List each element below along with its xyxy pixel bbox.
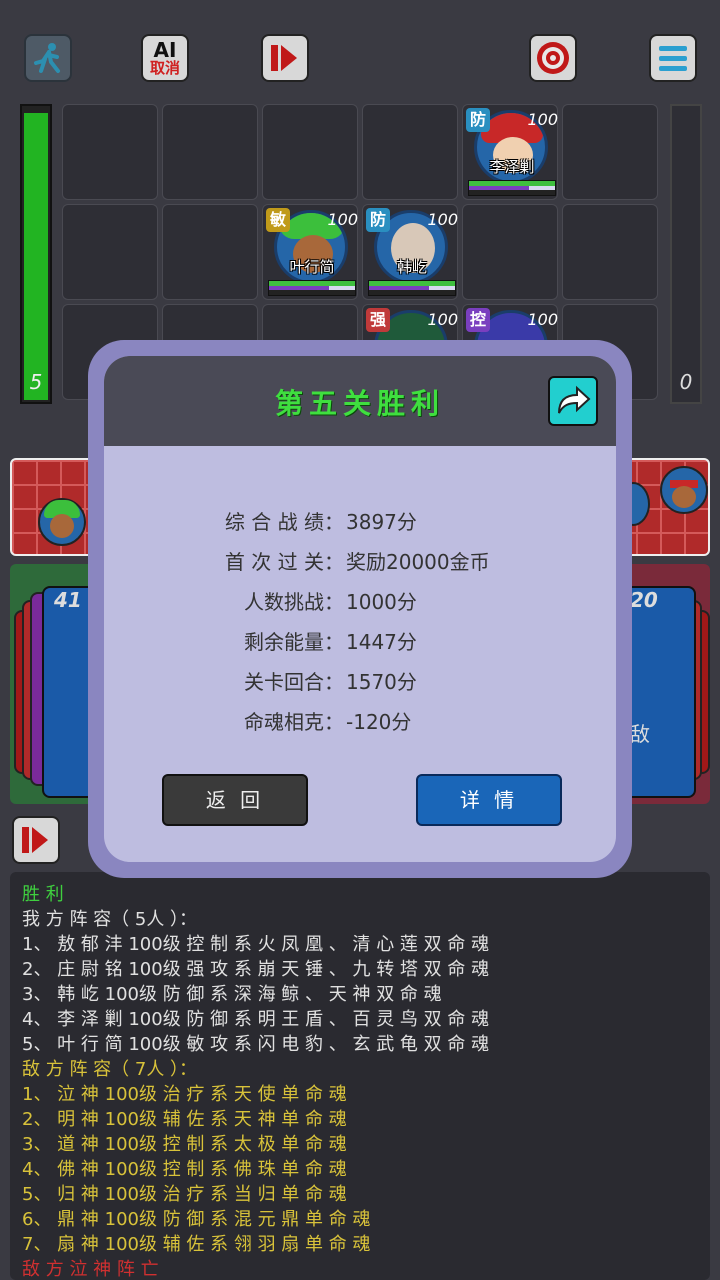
target-icon bbox=[537, 42, 569, 74]
grid-cell[interactable] bbox=[562, 104, 658, 200]
skip-turn-button[interactable] bbox=[261, 34, 309, 82]
unit-level: 100 bbox=[527, 110, 558, 129]
skip-forward-icon bbox=[271, 45, 297, 71]
score-value: 1447分 bbox=[346, 630, 417, 654]
grid-cell[interactable] bbox=[562, 204, 658, 300]
score-label: 首 次 过 关： bbox=[224, 550, 344, 574]
ai-label: AI bbox=[153, 38, 177, 62]
menu-button[interactable] bbox=[649, 34, 697, 82]
log-enemy-line: 6、 鼎 神 100级 防 御 系 混 元 鼎 单 命 魂 bbox=[22, 1209, 371, 1230]
enemy-energy-bar: 0 bbox=[670, 104, 702, 404]
grid-cell[interactable] bbox=[162, 104, 258, 200]
log-enemy-line: 1、 泣 神 100级 治 疗 系 天 使 单 命 魂 bbox=[22, 1084, 347, 1105]
back-button[interactable]: 返 回 bbox=[162, 774, 308, 826]
enemy-deck-count: 20 bbox=[630, 588, 658, 612]
log-ally-line: 4、 李 泽 剿 100级 防 御 系 明 王 盾 、 百 灵 鸟 双 命 魂 bbox=[22, 1009, 490, 1030]
log-result: 胜 利 bbox=[22, 884, 64, 905]
ally-energy-bar: 5 bbox=[20, 104, 52, 404]
score-label: 关卡回合： bbox=[244, 670, 344, 694]
score-label: 剩余能量： bbox=[244, 630, 344, 654]
score-label: 人数挑战： bbox=[244, 590, 344, 614]
reserve-portrait[interactable] bbox=[660, 466, 708, 514]
grid-cell[interactable] bbox=[62, 204, 158, 300]
score-value: -120分 bbox=[346, 710, 412, 734]
enemy-deck-partial-label: 敌 bbox=[630, 722, 650, 746]
score-row: 关卡回合： 1570分 bbox=[104, 666, 616, 706]
log-enemy-line: 3、 道 神 100级 控 制 系 太 极 单 命 魂 bbox=[22, 1134, 347, 1155]
score-value: 1000分 bbox=[346, 590, 417, 614]
log-ally-header: 我 方 阵 容（ 5人 ）： bbox=[22, 909, 198, 930]
log-enemy-line: 2、 明 神 100级 辅 佐 系 天 神 单 命 魂 bbox=[22, 1109, 347, 1130]
score-label: 命魂相克： bbox=[244, 710, 344, 734]
menu-icon bbox=[659, 46, 687, 71]
class-tag: 强 bbox=[366, 308, 390, 332]
dialog-header: 第五关胜利 bbox=[104, 356, 616, 446]
enemy-energy-value: 0 bbox=[679, 370, 693, 394]
unit-name: 叶行简 bbox=[289, 258, 335, 276]
log-cut-line: 敌 方 泣 神 阵 亡 bbox=[22, 1259, 159, 1280]
flee-button[interactable] bbox=[24, 34, 72, 82]
detail-button[interactable]: 详 情 bbox=[416, 774, 562, 826]
unit-han-yi[interactable]: 防 100 韩屹 bbox=[364, 204, 460, 300]
unit-name: 李泽剿 bbox=[489, 158, 535, 176]
victory-dialog: 第五关胜利 综 合 战 绩： 3897分首 次 过 关： 奖励20000金币 人数挑战… bbox=[88, 340, 632, 878]
log-enemy-line: 4、 佛 神 100级 控 制 系 佛 珠 单 命 魂 bbox=[22, 1159, 347, 1180]
unit-level: 100 bbox=[427, 210, 458, 229]
score-row: 命魂相克： -120分 bbox=[104, 706, 616, 746]
grid-cell[interactable] bbox=[462, 204, 558, 300]
unit-li-zejiao[interactable]: 防 100 李泽剿 bbox=[464, 104, 560, 200]
target-button[interactable] bbox=[529, 34, 577, 82]
unit-level: 100 bbox=[527, 310, 558, 329]
grid-cell[interactable] bbox=[162, 204, 258, 300]
dialog-panel: 第五关胜利 综 合 战 绩： 3897分首 次 过 关： 奖励20000金币 人数挑战… bbox=[104, 356, 616, 862]
share-arrow-icon bbox=[558, 385, 591, 414]
score-value: 奖励20000金币 bbox=[346, 550, 490, 574]
battle-log: 胜 利 我 方 阵 容（ 5人 ）： 1、 敖 郁 沣 100级 控 制 系 火… bbox=[10, 872, 710, 1280]
class-tag: 防 bbox=[366, 208, 390, 232]
class-tag: 敏 bbox=[266, 208, 290, 232]
unit-hp-mp-bars bbox=[268, 280, 356, 296]
unit-hp-mp-bars bbox=[368, 280, 456, 296]
skip-button-lower[interactable] bbox=[12, 816, 60, 864]
ally-energy-value: 5 bbox=[29, 370, 43, 394]
grid-cell[interactable] bbox=[62, 104, 158, 200]
log-enemy-line: 7、 扇 神 100级 辅 佐 系 翎 羽 扇 单 命 魂 bbox=[22, 1234, 371, 1255]
reserve-portrait[interactable] bbox=[38, 498, 86, 546]
ally-energy-fill bbox=[24, 112, 48, 400]
score-row: 剩余能量： 1447分 bbox=[104, 626, 616, 666]
unit-hp-mp-bars bbox=[468, 180, 556, 196]
ai-cancel-label: 取消 bbox=[149, 59, 180, 77]
class-tag: 控 bbox=[466, 308, 490, 332]
log-ally-list: 1、 敖 郁 沣 100级 控 制 系 火 凤 凰 、 清 心 莲 双 命 魂 2… bbox=[22, 932, 710, 1057]
grid-cell[interactable] bbox=[262, 104, 358, 200]
log-enemy-list: 1、 泣 神 100级 治 疗 系 天 使 单 命 魂 2、 明 神 100级 辅… bbox=[22, 1082, 710, 1257]
score-row: 人数挑战： 1000分 bbox=[104, 586, 616, 626]
log-ally-line: 2、 庄 尉 铭 100级 强 攻 系 崩 天 锤 、 九 转 塔 双 命 魂 bbox=[22, 959, 490, 980]
score-value: 3897分 bbox=[346, 510, 417, 534]
log-ally-line: 3、 韩 屹 100级 防 御 系 深 海 鲸 、 天 神 双 命 魂 bbox=[22, 984, 442, 1005]
ally-deck-count: 41 bbox=[54, 588, 82, 612]
unit-ye-xingjian[interactable]: 敏 100 叶行简 bbox=[264, 204, 360, 300]
log-ally-line: 1、 敖 郁 沣 100级 控 制 系 火 凤 凰 、 清 心 莲 双 命 魂 bbox=[22, 934, 490, 955]
score-value: 1570分 bbox=[346, 670, 417, 694]
class-tag: 防 bbox=[466, 108, 490, 132]
ai-cancel-button[interactable]: AI 取消 bbox=[141, 34, 189, 82]
score-row: 综 合 战 绩： 3897分 bbox=[104, 506, 616, 546]
log-ally-line: 5、 叶 行 简 100级 敏 攻 系 闪 电 豹 、 玄 武 龟 双 命 魂 bbox=[22, 1034, 490, 1055]
log-enemy-header: 敌 方 阵 容（ 7人 ）： bbox=[22, 1059, 198, 1080]
score-label: 综 合 战 绩： bbox=[224, 510, 344, 534]
unit-level: 100 bbox=[327, 210, 358, 229]
dialog-title: 第五关胜利 bbox=[274, 387, 445, 420]
skip-forward-icon bbox=[22, 827, 48, 853]
score-row: 首 次 过 关： 奖励20000金币 bbox=[104, 546, 616, 586]
grid-cell[interactable] bbox=[362, 104, 458, 200]
unit-name: 韩屹 bbox=[396, 258, 427, 276]
running-man-icon bbox=[34, 43, 60, 73]
unit-level: 100 bbox=[427, 310, 458, 329]
log-enemy-line: 5、 归 神 100级 治 疗 系 当 归 单 命 魂 bbox=[22, 1184, 347, 1205]
share-button[interactable] bbox=[548, 376, 598, 426]
